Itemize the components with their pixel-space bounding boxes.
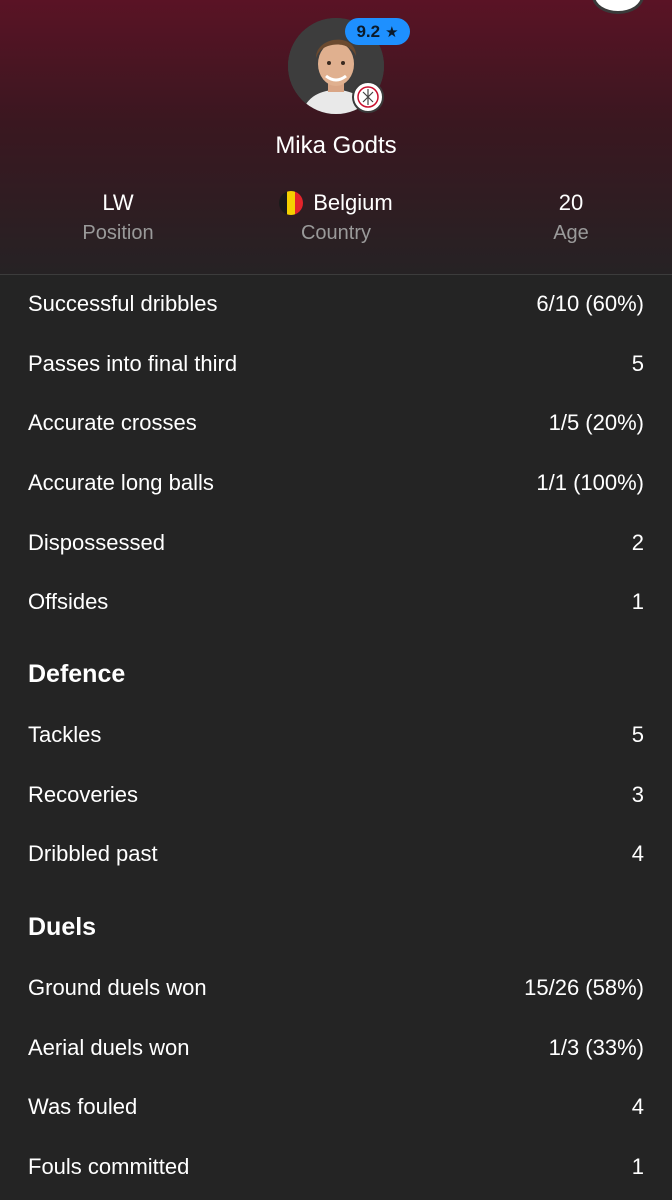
stat-row-fouls-committed: Fouls committed 1 <box>28 1147 644 1187</box>
stat-label: Offsides <box>28 589 109 614</box>
country-label: Country <box>300 222 372 244</box>
position-value: LW <box>102 190 134 215</box>
section-title-duels: Duels <box>28 913 97 941</box>
country-info: Belgium Country <box>236 188 436 245</box>
stat-label: Tackles <box>28 722 102 747</box>
stat-value: 1/1 (100%) <box>536 470 644 495</box>
stat-row-aerial-duels: Aerial duels won 1/3 (33%) <box>28 1028 644 1068</box>
stat-value: 2 <box>631 530 644 555</box>
stat-label: Aerial duels won <box>28 1035 190 1060</box>
player-name: Mika Godts <box>275 132 397 159</box>
position-label: Position <box>82 222 154 244</box>
stat-row-passes-final-third: Passes into final third 5 <box>28 344 644 384</box>
stat-row-accurate-crosses: Accurate crosses 1/5 (20%) <box>28 403 644 443</box>
country-value-row: Belgium <box>236 188 436 218</box>
stat-row-was-fouled: Was fouled 4 <box>28 1087 644 1127</box>
star-icon: ★ <box>385 23 399 41</box>
header-divider <box>0 274 672 275</box>
stat-label: Recoveries <box>28 782 139 807</box>
stat-row-successful-dribbles: Successful dribbles 6/10 (60%) <box>28 284 644 324</box>
club-logo-icon <box>352 81 384 113</box>
belgium-flag-icon <box>279 191 304 215</box>
stat-value: 1/3 (33%) <box>548 1035 644 1060</box>
age-label: Age <box>553 222 589 244</box>
close-button[interactable] <box>592 0 644 14</box>
stat-row-ground-duels: Ground duels won 15/26 (58%) <box>28 968 644 1008</box>
stat-row-dribbled-past: Dribbled past 4 <box>28 834 644 874</box>
rating-badge: 9.2 ★ <box>345 18 410 45</box>
age-info: 20 Age <box>471 188 671 245</box>
stat-row-tackles: Tackles 5 <box>28 715 644 755</box>
stat-value: 5 <box>631 351 644 376</box>
stat-row-recoveries: Recoveries 3 <box>28 775 644 815</box>
stat-label: Accurate crosses <box>28 410 197 435</box>
stat-value: 15/26 (58%) <box>524 975 644 1000</box>
stat-value: 6/10 (60%) <box>536 291 644 316</box>
stat-row-dispossessed: Dispossessed 2 <box>28 523 644 563</box>
stat-label: Dispossessed <box>28 530 165 555</box>
stat-label: Fouls committed <box>28 1154 190 1179</box>
age-value: 20 <box>558 190 584 215</box>
country-value: Belgium <box>313 190 393 215</box>
section-title-defence: Defence <box>28 660 126 688</box>
stat-row-offsides: Offsides 1 <box>28 582 644 622</box>
stat-label: Successful dribbles <box>28 291 218 316</box>
stat-row-accurate-long-balls: Accurate long balls 1/1 (100%) <box>28 463 644 503</box>
stat-value: 1/5 (20%) <box>548 410 644 435</box>
stat-label: Passes into final third <box>28 351 238 376</box>
stat-label: Ground duels won <box>28 975 207 1000</box>
stat-value: 4 <box>631 841 644 866</box>
player-header: 9.2 ★ Mika Godts LW Position Belgium Cou… <box>0 0 672 274</box>
position-info: LW Position <box>18 188 218 245</box>
stat-label: Dribbled past <box>28 841 158 866</box>
stat-value: 3 <box>631 782 644 807</box>
stat-value: 5 <box>631 722 644 747</box>
rating-value: 9.2 <box>356 21 381 41</box>
stat-value: 1 <box>631 1154 644 1179</box>
stat-label: Was fouled <box>28 1094 138 1119</box>
stat-label: Accurate long balls <box>28 470 214 495</box>
stat-value: 1 <box>631 589 644 614</box>
stat-value: 4 <box>631 1094 644 1119</box>
